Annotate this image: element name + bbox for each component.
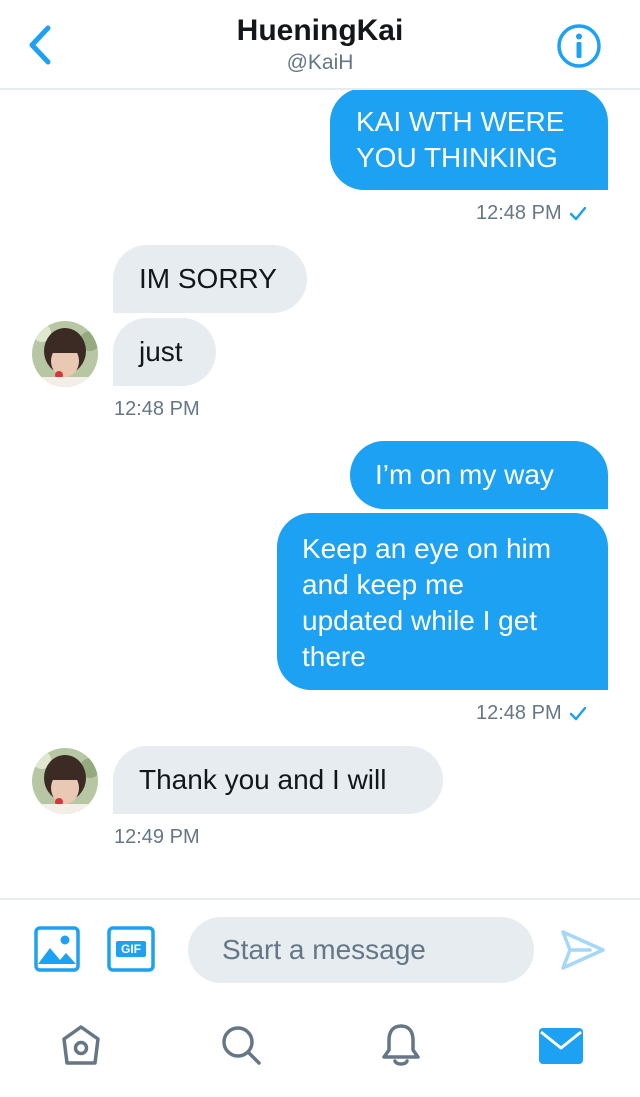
message-text: Keep an eye on him	[302, 533, 552, 564]
gif-label: GIF	[121, 942, 141, 956]
avatar[interactable]	[32, 748, 98, 814]
header-titles: HueningKai @KaiH	[120, 12, 520, 76]
conversation-header: HueningKai @KaiH	[0, 0, 640, 90]
message-timestamp: 12:49 PM	[114, 826, 200, 848]
message-text: I’m on my way	[375, 459, 554, 490]
info-icon[interactable]	[556, 23, 602, 69]
message-input[interactable]: Start a message	[188, 917, 534, 983]
message-text: YOU THINKING	[356, 142, 558, 173]
message-input-placeholder: Start a message	[222, 934, 426, 965]
message-bubble-outgoing[interactable]: I’m on my way	[350, 441, 608, 509]
image-icon[interactable]	[34, 926, 80, 977]
conversation-handle: @KaiH	[286, 51, 354, 74]
gif-icon[interactable]: GIF	[107, 926, 155, 972]
message-text: there	[302, 641, 366, 672]
search-icon[interactable]	[219, 1023, 263, 1072]
message-text: updated while I get	[302, 605, 538, 636]
message-timestamp: 12:48 PM	[476, 702, 586, 725]
message-text: IM SORRY	[139, 263, 277, 294]
avatar[interactable]	[32, 321, 98, 387]
message-bubble-incoming[interactable]: Thank you and I will	[113, 746, 443, 814]
send-icon[interactable]	[560, 928, 606, 977]
home-icon[interactable]	[59, 1023, 103, 1072]
mail-icon[interactable]	[538, 1026, 584, 1071]
read-check-icon	[569, 206, 586, 220]
message-bubble-incoming[interactable]: just	[113, 318, 216, 386]
message-bubble-incoming[interactable]: IM SORRY	[113, 245, 307, 313]
message-timestamp: 12:48 PM	[114, 398, 200, 420]
message-text: just	[139, 336, 183, 367]
message-timestamp: 12:48 PM	[476, 202, 586, 225]
message-text: KAI WTH WERE	[356, 106, 565, 137]
read-check-icon	[569, 706, 586, 720]
message-bubble-outgoing[interactable]: Keep an eye on him and keep me updated w…	[277, 513, 608, 690]
bell-icon[interactable]	[379, 1022, 423, 1073]
message-text: Thank you and I will	[139, 764, 387, 795]
message-text: and keep me	[302, 569, 464, 600]
message-bubble-outgoing[interactable]: KAI WTH WERE YOU THINKING	[330, 90, 608, 190]
composer-bar: GIF Start a message	[0, 898, 640, 1000]
tab-bar	[0, 1000, 640, 1097]
conversation-title: HueningKai	[236, 14, 404, 47]
back-chevron-icon[interactable]	[22, 22, 62, 68]
message-list[interactable]: KAI WTH WERE YOU THINKING 12:48 PM IM SO…	[0, 90, 640, 900]
